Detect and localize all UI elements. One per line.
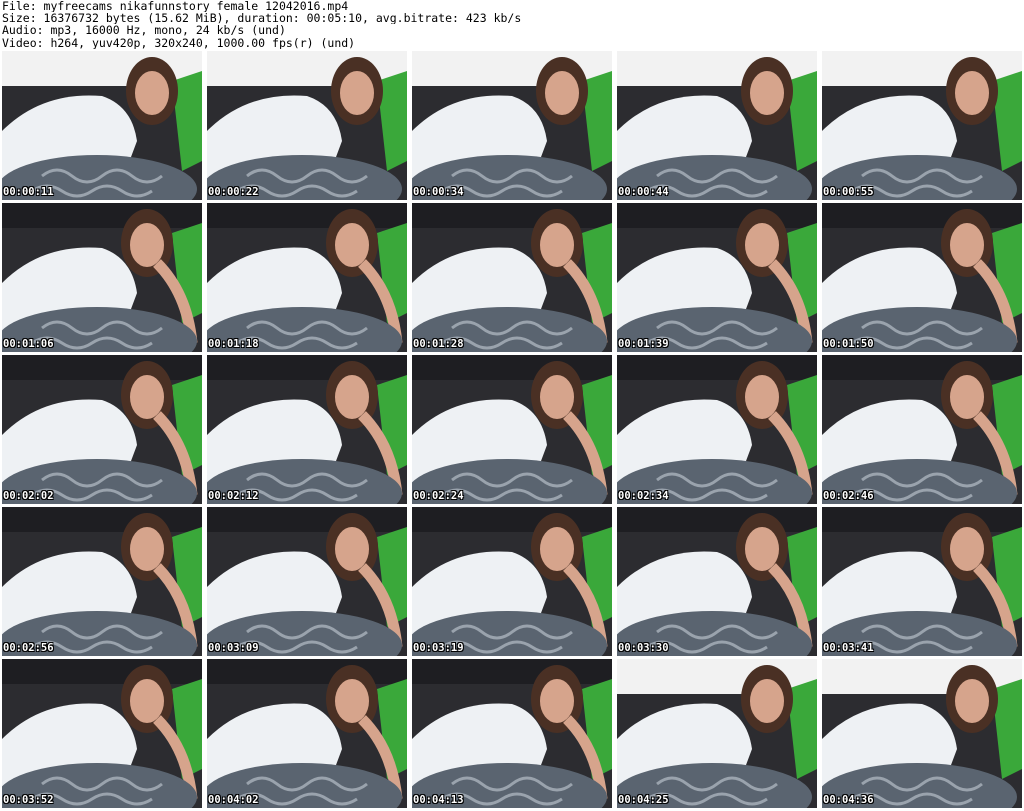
frame-image xyxy=(412,659,612,808)
video-thumbnail[interactable]: 00:02:02 xyxy=(2,355,202,504)
timestamp-label: 00:01:28 xyxy=(413,338,464,350)
file-info-header: File: myfreecams_nikafunnstory_female_12… xyxy=(2,0,1022,50)
frame-image xyxy=(2,659,202,808)
video-thumbnail[interactable]: 00:00:11 xyxy=(2,51,202,200)
timestamp-label: 00:03:52 xyxy=(3,794,54,806)
frame-image xyxy=(617,355,817,504)
video-thumbnail[interactable]: 00:04:36 xyxy=(822,659,1022,808)
timestamp-label: 00:02:12 xyxy=(208,490,259,502)
timestamp-label: 00:02:34 xyxy=(618,490,669,502)
frame-image xyxy=(617,507,817,656)
video-thumbnail[interactable]: 00:02:46 xyxy=(822,355,1022,504)
video-thumbnail[interactable]: 00:04:13 xyxy=(412,659,612,808)
frame-image xyxy=(822,203,1022,352)
video-thumbnail[interactable]: 00:04:02 xyxy=(207,659,407,808)
video-info-line: Video: h264, yuv420p, 320x240, 1000.00 f… xyxy=(2,36,356,49)
video-thumbnail[interactable]: 00:01:50 xyxy=(822,203,1022,352)
timestamp-label: 00:01:50 xyxy=(823,338,874,350)
timestamp-label: 00:03:09 xyxy=(208,642,259,654)
frame-image xyxy=(822,507,1022,656)
video-thumbnail[interactable]: 00:00:55 xyxy=(822,51,1022,200)
file-name-line: File: myfreecams_nikafunnstory_female_12… xyxy=(2,0,349,13)
video-thumbnail[interactable]: 00:01:39 xyxy=(617,203,817,352)
timestamp-label: 00:01:06 xyxy=(3,338,54,350)
frame-image xyxy=(617,51,817,200)
video-thumbnail[interactable]: 00:00:22 xyxy=(207,51,407,200)
timestamp-label: 00:00:44 xyxy=(618,186,669,198)
frame-image xyxy=(412,203,612,352)
frame-image xyxy=(822,659,1022,808)
timestamp-label: 00:02:46 xyxy=(823,490,874,502)
thumbnail-grid: 00:00:11 00:00:22 00:00:34 00:00:44 00:0… xyxy=(2,51,1022,809)
audio-info-line: Audio: mp3, 16000 Hz, mono, 24 kb/s (und… xyxy=(2,24,286,37)
timestamp-label: 00:00:55 xyxy=(823,186,874,198)
frame-image xyxy=(207,51,407,200)
video-thumbnail[interactable]: 00:03:19 xyxy=(412,507,612,656)
timestamp-label: 00:02:56 xyxy=(3,642,54,654)
frame-image xyxy=(2,507,202,656)
video-thumbnail[interactable]: 00:04:25 xyxy=(617,659,817,808)
frame-image xyxy=(2,203,202,352)
timestamp-label: 00:04:25 xyxy=(618,794,669,806)
video-thumbnail[interactable]: 00:03:52 xyxy=(2,659,202,808)
video-thumbnail[interactable]: 00:02:34 xyxy=(617,355,817,504)
file-size-line: Size: 16376732 bytes (15.62 MiB), durati… xyxy=(2,12,522,25)
frame-image xyxy=(617,659,817,808)
timestamp-label: 00:02:24 xyxy=(413,490,464,502)
video-thumbnail[interactable]: 00:03:41 xyxy=(822,507,1022,656)
video-thumbnail[interactable]: 00:02:24 xyxy=(412,355,612,504)
video-thumbnail[interactable]: 00:01:06 xyxy=(2,203,202,352)
timestamp-label: 00:00:34 xyxy=(413,186,464,198)
frame-image xyxy=(207,507,407,656)
timestamp-label: 00:04:36 xyxy=(823,794,874,806)
frame-image xyxy=(207,355,407,504)
frame-image xyxy=(822,355,1022,504)
frame-image xyxy=(2,51,202,200)
frame-image xyxy=(2,355,202,504)
frame-image xyxy=(207,659,407,808)
frame-image xyxy=(617,203,817,352)
frame-image xyxy=(207,203,407,352)
video-thumbnail[interactable]: 00:03:30 xyxy=(617,507,817,656)
timestamp-label: 00:01:18 xyxy=(208,338,259,350)
timestamp-label: 00:04:13 xyxy=(413,794,464,806)
video-thumbnail[interactable]: 00:03:09 xyxy=(207,507,407,656)
video-thumbnail[interactable]: 00:01:18 xyxy=(207,203,407,352)
video-thumbnail[interactable]: 00:00:44 xyxy=(617,51,817,200)
video-thumbnail[interactable]: 00:01:28 xyxy=(412,203,612,352)
timestamp-label: 00:03:30 xyxy=(618,642,669,654)
timestamp-label: 00:00:22 xyxy=(208,186,259,198)
timestamp-label: 00:00:11 xyxy=(3,186,54,198)
timestamp-label: 00:02:02 xyxy=(3,490,54,502)
frame-image xyxy=(412,355,612,504)
frame-image xyxy=(412,507,612,656)
timestamp-label: 00:04:02 xyxy=(208,794,259,806)
timestamp-label: 00:03:41 xyxy=(823,642,874,654)
frame-image xyxy=(822,51,1022,200)
video-thumbnail[interactable]: 00:00:34 xyxy=(412,51,612,200)
video-thumbnail[interactable]: 00:02:12 xyxy=(207,355,407,504)
video-thumbnail[interactable]: 00:02:56 xyxy=(2,507,202,656)
timestamp-label: 00:03:19 xyxy=(413,642,464,654)
frame-image xyxy=(412,51,612,200)
timestamp-label: 00:01:39 xyxy=(618,338,669,350)
